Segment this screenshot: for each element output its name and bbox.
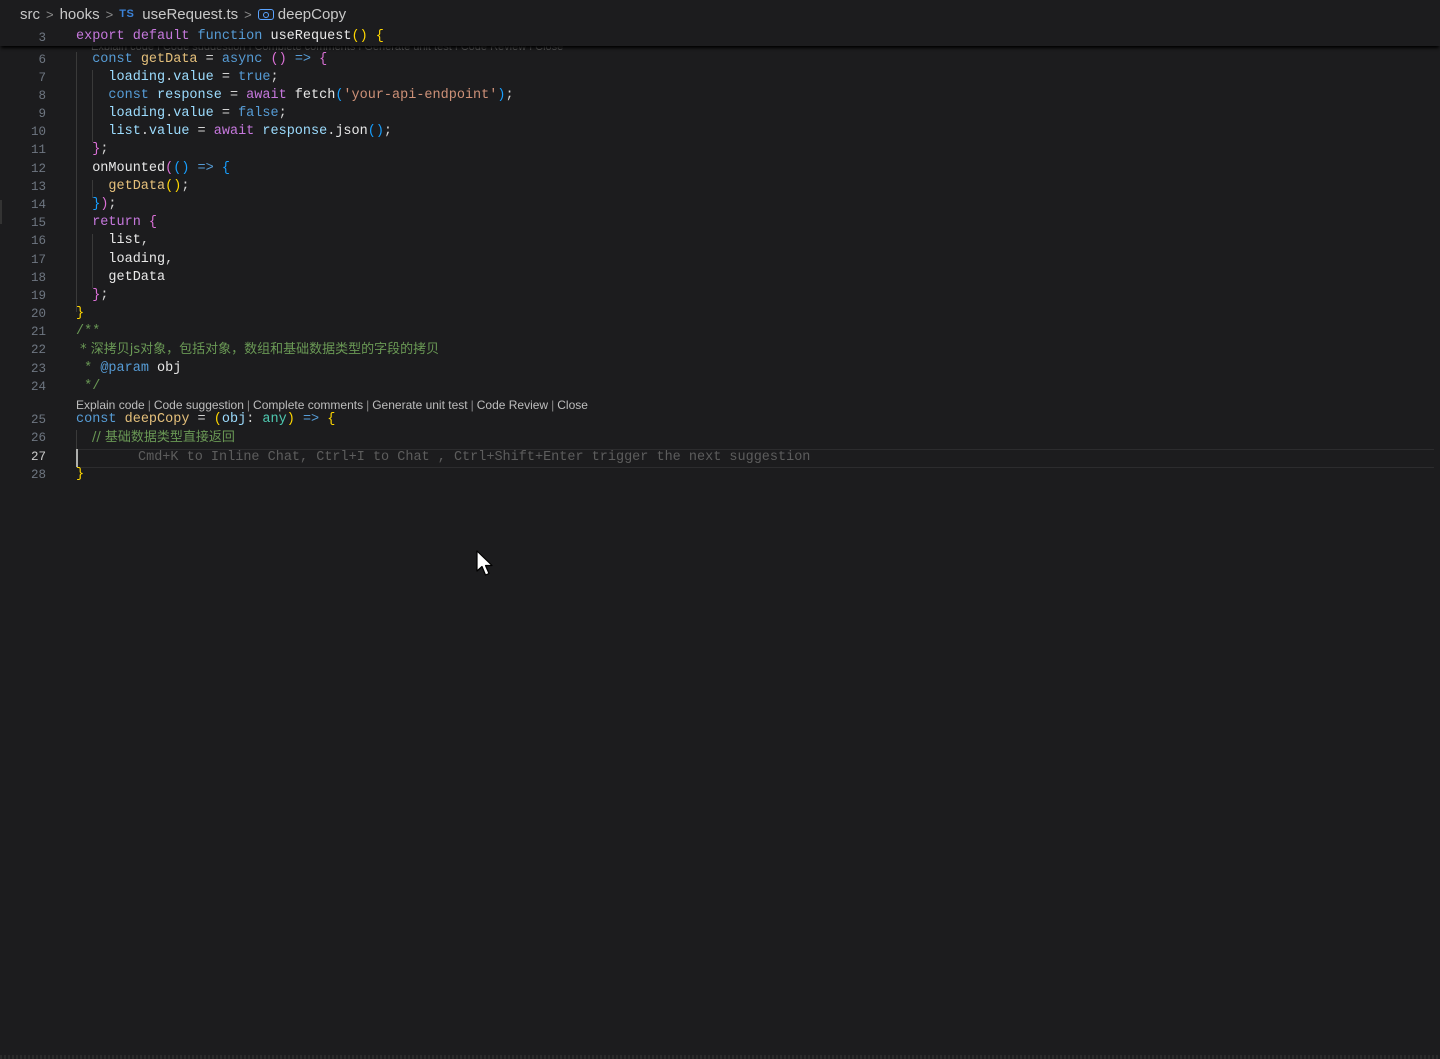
line-number: 23 bbox=[30, 362, 46, 376]
code-line: export default function useRequest() { bbox=[76, 29, 384, 44]
code-text: loading.value = false; bbox=[108, 106, 287, 121]
line-number: 18 bbox=[30, 271, 46, 285]
code-line-24: 24 */ bbox=[0, 378, 1440, 396]
line-number: 20 bbox=[30, 307, 46, 321]
code-line-26: 26 // 基础数据类型直接返回 bbox=[0, 429, 1440, 447]
code-line-11: 11 }; bbox=[0, 141, 1440, 159]
code-line-25: 25 const deepCopy = (obj: any) => { bbox=[0, 411, 1440, 429]
code-text: loading.value = true; bbox=[108, 70, 279, 85]
code-line-20: 20 } bbox=[0, 305, 1440, 323]
code-text: getData bbox=[108, 270, 166, 285]
code-text: getData(); bbox=[108, 179, 190, 194]
code-text: onMounted(() => { bbox=[92, 161, 230, 176]
codelens-close[interactable]: Close bbox=[557, 398, 588, 412]
codelens-code-review[interactable]: Code Review bbox=[477, 398, 548, 412]
line-number: 10 bbox=[30, 125, 46, 139]
line-number: 8 bbox=[38, 89, 46, 103]
line-number: 14 bbox=[30, 198, 46, 212]
code-line-6: 6 const getData = async () => { bbox=[0, 51, 1440, 69]
code-text: }); bbox=[92, 197, 117, 212]
mouse-pointer-icon bbox=[476, 550, 493, 576]
code-text: loading, bbox=[108, 252, 174, 267]
line-number: 28 bbox=[30, 468, 46, 482]
code-line-17: 17 loading, bbox=[0, 251, 1440, 269]
code-text: }; bbox=[92, 288, 109, 303]
line-number: 21 bbox=[30, 325, 46, 339]
line-number: 6 bbox=[38, 53, 46, 67]
code-text: }; bbox=[92, 142, 109, 157]
code-line-9: 9 loading.value = false; bbox=[0, 105, 1440, 123]
code-line-16: 16 list, bbox=[0, 232, 1440, 250]
code-line-10: 10 list.value = await response.json(); bbox=[0, 123, 1440, 141]
code-line-22: 22 * 深拷贝js对象，包括对象，数组和基础数据类型的字段的拷贝 bbox=[0, 341, 1440, 359]
code-text: const deepCopy = (obj: any) => { bbox=[76, 412, 336, 427]
code-text: return { bbox=[92, 215, 158, 230]
code-text: const getData = async () => { bbox=[92, 52, 328, 67]
code-text: list, bbox=[108, 233, 149, 248]
line-number: 22 bbox=[30, 343, 46, 357]
code-line-28: 28 } bbox=[0, 466, 1440, 484]
code-text: const response = await fetch('your-api-e… bbox=[108, 88, 514, 103]
code-text: } bbox=[76, 306, 85, 321]
code-line-7: 7 loading.value = true; bbox=[0, 69, 1440, 87]
codelens-explain-code[interactable]: Explain code bbox=[76, 398, 145, 412]
codelens-generate-unit-test[interactable]: Generate unit test bbox=[372, 398, 467, 412]
line-number: 24 bbox=[30, 380, 46, 394]
code-line-14: 14 }); bbox=[0, 196, 1440, 214]
codelens-complete-comments[interactable]: Complete comments bbox=[253, 398, 363, 412]
code-line-15: 15 return { bbox=[0, 214, 1440, 232]
codelens-code-suggestion[interactable]: Code suggestion bbox=[154, 398, 244, 412]
code-line-21: 21 /** bbox=[0, 323, 1440, 341]
code-text: * @param obj bbox=[76, 361, 182, 376]
line-number: 7 bbox=[38, 71, 46, 85]
line-number: 11 bbox=[30, 143, 46, 157]
code-line-8: 8 const response = await fetch('your-api… bbox=[0, 87, 1440, 105]
line-number: 12 bbox=[30, 162, 46, 176]
code-text: } bbox=[76, 467, 85, 482]
line-number: 16 bbox=[30, 234, 46, 248]
code-editor[interactable]: 6 const getData = async () => { 7 loadin… bbox=[0, 0, 1440, 1059]
sticky-scroll-header[interactable]: 3 export default function useRequest() { bbox=[0, 28, 1440, 46]
line-number: 25 bbox=[30, 413, 46, 427]
doc-comment-text: * 深拷贝js对象，包括对象，数组和基础数据类型的字段的拷贝 bbox=[76, 342, 440, 357]
line-number: 3 bbox=[38, 31, 46, 45]
line-number: 13 bbox=[30, 180, 46, 194]
ghost-hint-text: Cmd+K to Inline Chat, Ctrl+I to Chat , C… bbox=[138, 450, 811, 465]
code-text: */ bbox=[76, 379, 101, 394]
code-line-19: 19 }; bbox=[0, 287, 1440, 305]
code-line-12: 12 onMounted(() => { bbox=[0, 160, 1440, 178]
line-number: 15 bbox=[30, 216, 46, 230]
comment-text: // 基础数据类型直接返回 bbox=[92, 430, 235, 445]
codelens-actions: Explain code | Code suggestion | Complete co… bbox=[76, 398, 588, 412]
code-line-13: 13 getData(); bbox=[0, 178, 1440, 196]
line-number: 19 bbox=[30, 289, 46, 303]
code-text: /** bbox=[76, 324, 101, 339]
line-number: 27 bbox=[30, 450, 46, 464]
line-number: 9 bbox=[38, 107, 46, 121]
line-number: 17 bbox=[30, 253, 46, 267]
code-line-18: 18 getData bbox=[0, 269, 1440, 287]
code-text: list.value = await response.json(); bbox=[108, 124, 393, 139]
line-number: 26 bbox=[30, 431, 46, 445]
code-line-23: 23 * @param obj bbox=[0, 360, 1440, 378]
text-cursor bbox=[76, 449, 78, 467]
bottom-border bbox=[0, 1055, 1440, 1059]
